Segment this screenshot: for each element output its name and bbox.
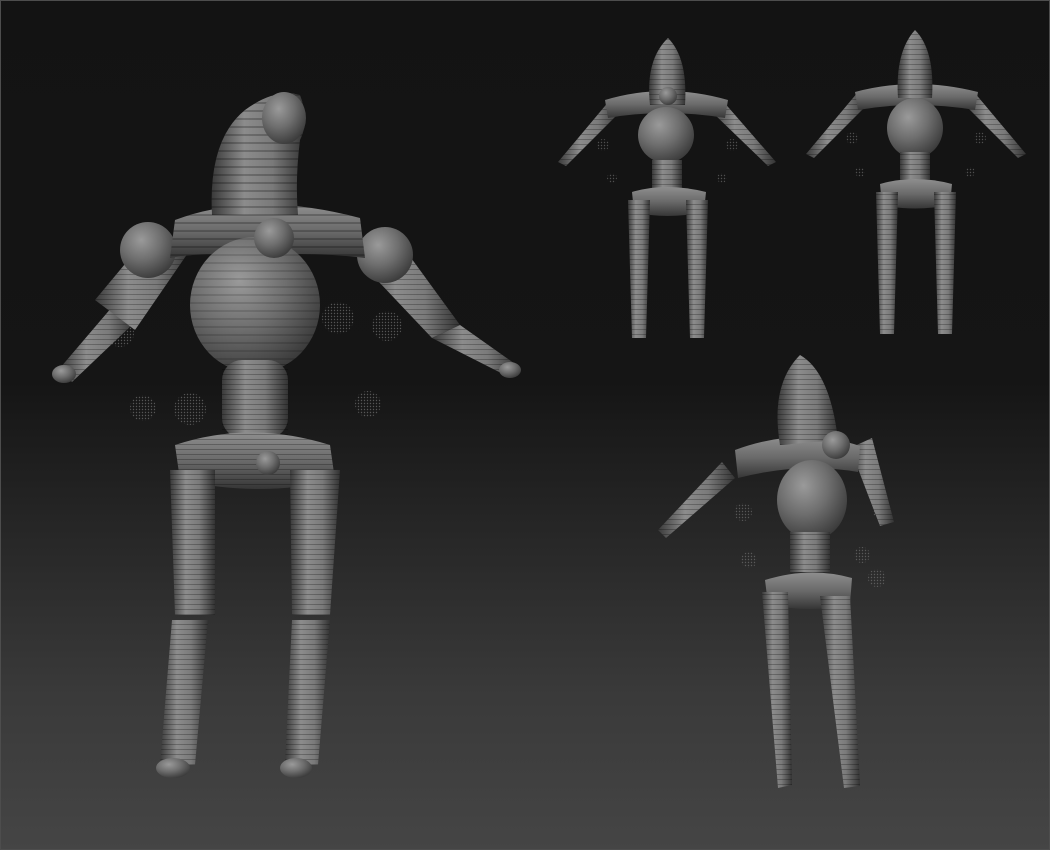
model-canvas — [52, 30, 1026, 788]
sculpt-viewport[interactable] — [0, 0, 1050, 850]
figure-three-quarter[interactable] — [658, 355, 894, 788]
left-leg — [156, 470, 215, 778]
left-arm — [52, 222, 190, 383]
figure-back-orthographic[interactable] — [806, 30, 1026, 334]
figure-large-perspective[interactable] — [52, 92, 521, 778]
right-leg — [280, 470, 340, 778]
head — [211, 92, 306, 215]
figure-front-orthographic[interactable] — [558, 38, 776, 338]
right-arm — [357, 227, 521, 378]
